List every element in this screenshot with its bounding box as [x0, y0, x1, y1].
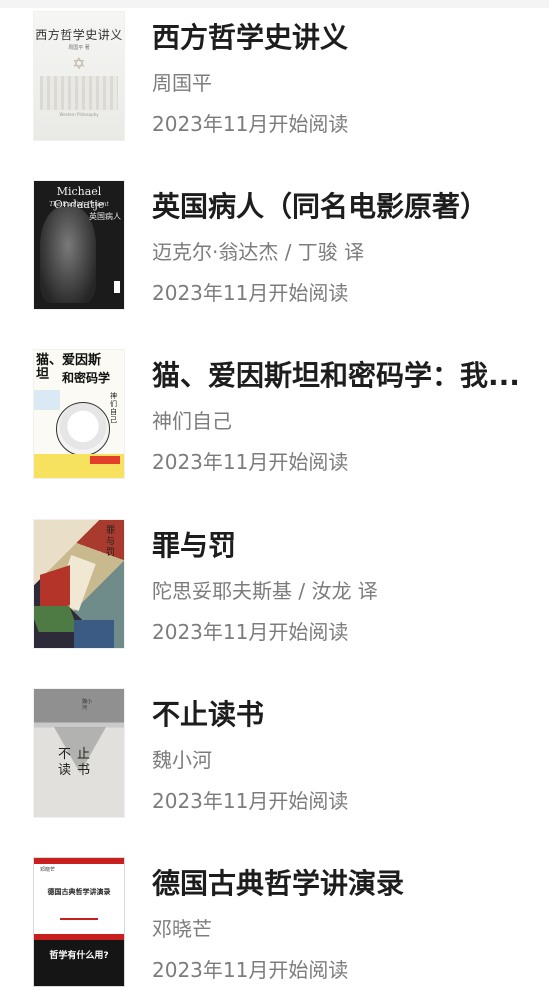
- cover-illustration: [74, 620, 114, 648]
- cover-illustration: [34, 606, 79, 632]
- book-author: 邓晓芒: [152, 917, 212, 941]
- book-item[interactable]: Michael Ondaatje The English Patient 英国病…: [0, 181, 549, 331]
- reading-start-date: 2023年11月开始阅读: [152, 958, 349, 982]
- book-item[interactable]: 魏小河 不止读书 不止读书 魏小河 2023年11月开始阅读: [0, 689, 549, 839]
- cover-subtitle: The English Patient: [49, 201, 109, 208]
- cover-cn-title: 英国病人: [89, 212, 121, 221]
- cover-subtitle: Western Philosophy: [59, 112, 99, 117]
- reading-start-date: 2023年11月开始阅读: [152, 450, 349, 474]
- book-item[interactable]: 邓晓芒 德国古典哲学讲演录 哲学有什么用? 德国古典哲学讲演录 邓晓芒 2023…: [0, 858, 549, 1008]
- cover-title: 不止读书: [58, 747, 97, 778]
- top-divider: [0, 0, 549, 8]
- cover-band: [34, 940, 124, 986]
- cover-question: 哲学有什么用?: [49, 951, 109, 961]
- book-title[interactable]: 不止读书: [152, 697, 522, 733]
- book-title[interactable]: 罪与罚: [152, 528, 522, 564]
- star-emblem-icon: ✡: [72, 54, 86, 73]
- book-cover[interactable]: 邓晓芒 德国古典哲学讲演录 哲学有什么用?: [34, 858, 124, 986]
- book-cover[interactable]: Michael Ondaatje The English Patient 英国病…: [34, 181, 124, 309]
- cover-divider: [60, 918, 98, 920]
- book-author: 神们自己: [152, 409, 232, 433]
- cover-title: 德国古典哲学讲演录: [47, 888, 111, 896]
- book-cover[interactable]: 猫、爱因斯坦 和密码学 神们自己: [34, 350, 124, 478]
- book-cover[interactable]: 西方哲学史讲义 周国平 著 ✡ Western Philosophy: [34, 12, 124, 140]
- reading-start-date: 2023年11月开始阅读: [152, 620, 349, 644]
- cover-band: [34, 858, 124, 864]
- cover-title: 罪与罚: [106, 526, 116, 558]
- cover-author: 魏小河: [82, 699, 93, 711]
- cover-illustration: [34, 390, 60, 410]
- cover-tag: [90, 456, 120, 464]
- cover-tag: [114, 281, 120, 293]
- book-item[interactable]: 猫、爱因斯坦 和密码学 神们自己 猫、爱因斯坦和密码学：我... 神们自己 20…: [0, 350, 549, 500]
- cover-title-line2: 和密码学: [62, 371, 111, 385]
- book-author: 陀思妥耶夫斯基 / 汝龙 译: [152, 579, 378, 603]
- book-title[interactable]: 德国古典哲学讲演录: [152, 866, 522, 902]
- reading-start-date: 2023年11月开始阅读: [152, 789, 349, 813]
- cover-title: 西方哲学史讲义: [35, 28, 123, 42]
- book-author: 迈克尔·翁达杰 / 丁骏 译: [152, 240, 365, 264]
- reading-start-date: 2023年11月开始阅读: [152, 112, 349, 136]
- book-item[interactable]: 罪与罚 罪与罚 陀思妥耶夫斯基 / 汝龙 译 2023年11月开始阅读: [0, 520, 549, 670]
- cover-illustration: [40, 76, 118, 110]
- book-cover[interactable]: 魏小河 不止读书: [34, 689, 124, 817]
- cover-author: 周国平 著: [68, 45, 90, 51]
- einstein-cartoon-illustration: [56, 402, 110, 456]
- book-author: 魏小河: [152, 748, 212, 772]
- cover-author: 神们自己: [110, 392, 117, 424]
- book-title[interactable]: 猫、爱因斯坦和密码学：我...: [152, 358, 522, 394]
- book-item[interactable]: 西方哲学史讲义 周国平 著 ✡ Western Philosophy 西方哲学史…: [0, 12, 549, 162]
- book-cover[interactable]: 罪与罚: [34, 520, 124, 648]
- reading-start-date: 2023年11月开始阅读: [152, 281, 349, 305]
- book-author: 周国平: [152, 71, 212, 95]
- book-title[interactable]: 西方哲学史讲义: [152, 20, 522, 56]
- cover-author: 邓晓芒: [40, 867, 56, 873]
- book-title[interactable]: 英国病人（同名电影原著）: [152, 189, 522, 225]
